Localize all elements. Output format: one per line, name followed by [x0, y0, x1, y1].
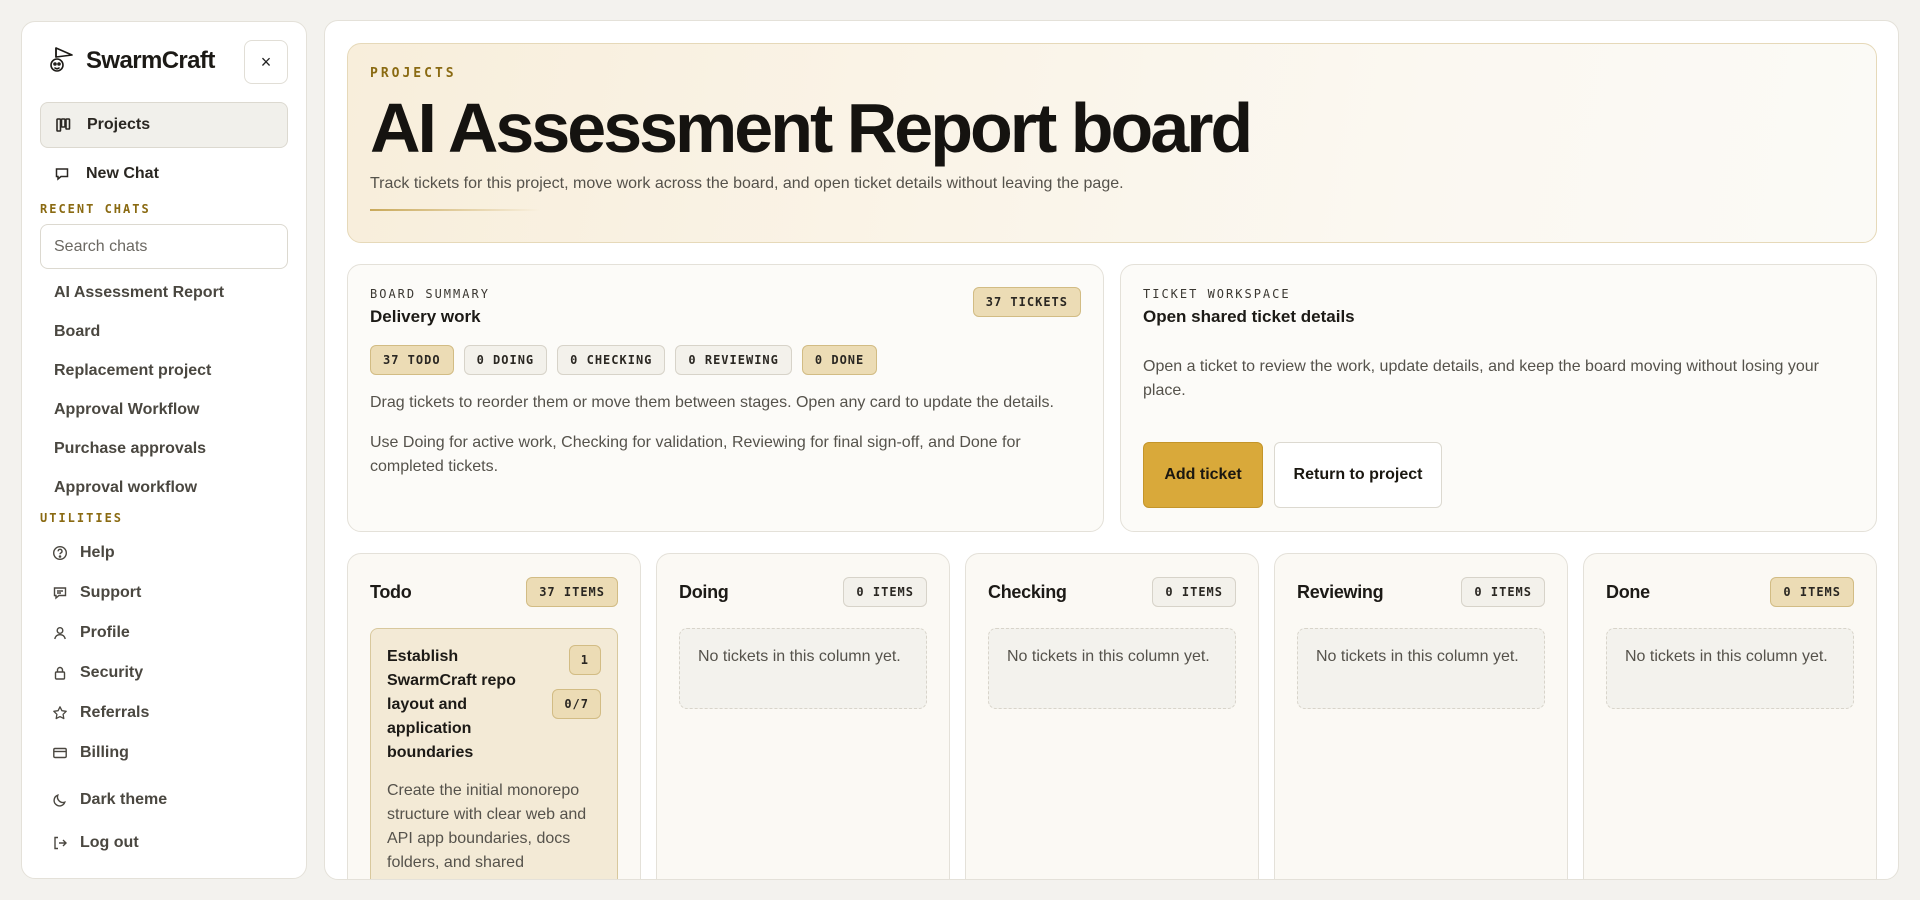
- util-billing-label: Billing: [80, 744, 129, 761]
- util-security[interactable]: Security: [40, 653, 288, 693]
- main-content: PROJECTS AI Assessment Report board Trac…: [324, 20, 1899, 880]
- util-help[interactable]: Help: [40, 533, 288, 573]
- stage-pill-checking[interactable]: 0 CHECKING: [557, 345, 666, 375]
- credit-card-icon: [52, 745, 68, 761]
- util-profile-label: Profile: [80, 624, 130, 641]
- util-dark-theme[interactable]: Dark theme: [40, 777, 288, 822]
- hero-eyebrow: PROJECTS: [370, 66, 457, 81]
- column-count-badge: 0 ITEMS: [1152, 577, 1236, 607]
- lock-icon: [52, 665, 68, 681]
- star-icon: [52, 705, 68, 721]
- column-title: Doing: [679, 581, 729, 602]
- util-security-label: Security: [80, 664, 144, 681]
- column-count-badge: 0 ITEMS: [1461, 577, 1545, 607]
- column-count-badge: 0 ITEMS: [843, 577, 927, 607]
- brand-name: SwarmCraft: [86, 47, 215, 74]
- ticket-count-badge: 37 TICKETS: [972, 287, 1081, 317]
- swarmcraft-logo-icon: [46, 44, 76, 79]
- chat-item[interactable]: AI Assessment Report: [40, 273, 288, 312]
- empty-column-message: No tickets in this column yet.: [679, 628, 927, 709]
- empty-column-message: No tickets in this column yet.: [988, 628, 1236, 709]
- util-log-out[interactable]: Log out: [40, 822, 288, 864]
- ticket-card[interactable]: Establish SwarmCraft repo layout and app…: [370, 628, 618, 879]
- nav-new-chat[interactable]: New Chat: [40, 150, 288, 198]
- board-icon: [55, 117, 71, 133]
- ticket-description: Create the initial monorepo structure wi…: [387, 782, 587, 879]
- page-subtitle: Track tickets for this project, move wor…: [370, 175, 1124, 192]
- stage-pill-todo[interactable]: 37 TODO: [370, 345, 454, 375]
- help-circle-icon: [52, 545, 68, 561]
- util-support-label: Support: [80, 584, 142, 601]
- chat-bubble-icon: [54, 166, 70, 182]
- hero-divider: [370, 209, 540, 211]
- chat-item[interactable]: Board: [40, 312, 288, 351]
- hero-banner: PROJECTS AI Assessment Report board Trac…: [347, 43, 1877, 243]
- board-summary-card: BOARD SUMMARY Delivery work 37 TICKETS 3…: [347, 264, 1104, 532]
- column-checking: Checking 0 ITEMS No tickets in this colu…: [965, 553, 1259, 879]
- message-icon: [52, 585, 68, 601]
- column-done: Done 0 ITEMS No tickets in this column y…: [1583, 553, 1877, 879]
- stage-pills: 37 TODO 0 DOING 0 CHECKING 0 REVIEWING 0…: [370, 345, 1081, 375]
- ticket-progress-badge: 0/7: [552, 689, 601, 719]
- nav-projects-label: Projects: [87, 116, 151, 133]
- recent-chats-list: AI Assessment Report Board Replacement p…: [40, 273, 288, 499]
- recent-chats-label: RECENT CHATS: [40, 202, 151, 216]
- column-todo: Todo 37 ITEMS Establish SwarmCraft repo …: [347, 553, 641, 879]
- stage-pill-reviewing[interactable]: 0 REVIEWING: [675, 345, 792, 375]
- column-title: Todo: [370, 581, 412, 602]
- chat-item[interactable]: Approval Workflow: [40, 390, 288, 429]
- ticket-workspace-card: TICKET WORKSPACE Open shared ticket deta…: [1120, 264, 1877, 532]
- moon-icon: [52, 792, 68, 808]
- column-count-badge: 0 ITEMS: [1770, 577, 1854, 607]
- util-profile[interactable]: Profile: [40, 613, 288, 653]
- column-count-badge: 37 ITEMS: [526, 577, 618, 607]
- stage-pill-done[interactable]: 0 DONE: [801, 345, 878, 375]
- close-sidebar-button[interactable]: ×: [244, 40, 288, 84]
- empty-column-message: No tickets in this column yet.: [1606, 628, 1854, 709]
- return-to-project-button[interactable]: Return to project: [1274, 442, 1442, 508]
- page-title: AI Assessment Report board: [370, 89, 1253, 167]
- util-referrals-label: Referrals: [80, 704, 150, 721]
- logout-icon: [52, 835, 68, 851]
- search-chats-input[interactable]: [40, 224, 288, 269]
- column-doing: Doing 0 ITEMS No tickets in this column …: [656, 553, 950, 879]
- stage-pill-doing[interactable]: 0 DOING: [463, 345, 548, 375]
- chat-item[interactable]: Approval workflow: [40, 468, 288, 499]
- ticket-workspace-eyebrow: TICKET WORKSPACE: [1143, 287, 1291, 301]
- user-icon: [52, 625, 68, 641]
- board-summary-text-2: Use Doing for active work, Checking for …: [370, 434, 1021, 475]
- chat-item[interactable]: Purchase approvals: [40, 429, 288, 468]
- ticket-number-badge: 1: [568, 645, 601, 675]
- ticket-title: Establish SwarmCraft repo layout and app…: [387, 648, 516, 761]
- empty-column-message: No tickets in this column yet.: [1297, 628, 1545, 709]
- nav-new-chat-label: New Chat: [86, 165, 159, 182]
- util-referrals[interactable]: Referrals: [40, 693, 288, 733]
- util-billing[interactable]: Billing: [40, 733, 288, 773]
- column-title: Reviewing: [1297, 581, 1384, 602]
- board-summary-text-1: Drag tickets to reorder them or move the…: [370, 394, 1054, 411]
- add-ticket-button[interactable]: Add ticket: [1143, 442, 1263, 508]
- sidebar: SwarmCraft × Projects New Chat RECENT CH…: [21, 21, 307, 879]
- column-reviewing: Reviewing 0 ITEMS No tickets in this col…: [1274, 553, 1568, 879]
- ticket-workspace-text: Open a ticket to review the work, update…: [1143, 358, 1819, 399]
- util-help-label: Help: [80, 544, 115, 561]
- chat-item[interactable]: Replacement project: [40, 351, 288, 390]
- ticket-workspace-title: Open shared ticket details: [1143, 307, 1355, 326]
- utilities-label: UTILITIES: [40, 511, 124, 525]
- util-log-out-label: Log out: [80, 834, 139, 851]
- util-dark-theme-label: Dark theme: [80, 790, 168, 808]
- nav-projects[interactable]: Projects: [40, 102, 288, 148]
- column-title: Done: [1606, 581, 1650, 602]
- util-support[interactable]: Support: [40, 573, 288, 613]
- column-title: Checking: [988, 581, 1067, 602]
